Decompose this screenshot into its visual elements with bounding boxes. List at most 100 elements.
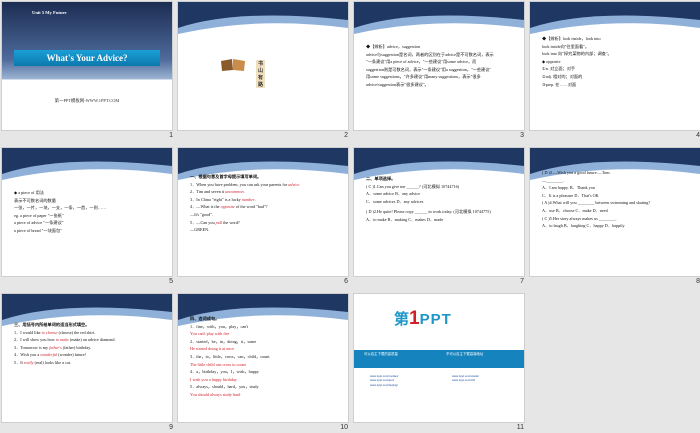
promo-link[interactable]: www.1ppt.com/ziti/	[452, 378, 479, 382]
exercise-heading: 二、单项选择。	[366, 176, 396, 181]
exercise-item: 4．Wish you a wonderful (wonder) future!	[14, 352, 87, 358]
exercise-item: 5．It really (real) looks like a cat.	[14, 359, 71, 365]
exercise-heading: 四、连词成句。	[190, 316, 220, 321]
text-line: ( C )5.Her story always makes us _______…	[542, 215, 617, 221]
promo-slide: 第1PPT 可以自主下载的高质量 不可以自主下载高端地址 www.1ppt.co…	[354, 294, 524, 422]
text-line: A．some advice B．any advice	[366, 191, 421, 197]
text-line: 用some suggestions，"许多建议"用many suggestion…	[366, 74, 481, 80]
slide-title: What's Your Advice?	[14, 50, 160, 66]
book-icon: 书山有路	[220, 58, 266, 88]
slide-thumbnail-8[interactable]: ( D )3.—Wish you a good future.—Tom. —__…	[529, 147, 700, 277]
text-line: ( A )4.What will you ________ between sw…	[542, 200, 651, 206]
text-line: ( C )1.Can you give me ______? (河北模拟 107…	[366, 183, 460, 189]
text-line: ◆【辨析】advice，suggestion	[366, 44, 420, 49]
slide-body: ◆【辨析】look inside，look into look inside向"…	[542, 36, 692, 89]
text-line: 一张，一片，一块，一支，一条，一首，一则……	[14, 205, 107, 211]
text-line: A．to make B．making C．makes D．made	[366, 216, 444, 222]
exercise-item: 2．Tim and seven it uncommon.	[190, 189, 245, 195]
exercise-item: —It's "good".	[190, 211, 214, 217]
slide-body: 二、单项选择。 ( C )1.Can you give me ______? (…	[366, 176, 516, 225]
text-line: a piece of advice "一条建议"	[14, 220, 64, 226]
slide-body: 三、用括号内所给单词的适当形式填空。 1．I would like to cho…	[14, 322, 164, 368]
slide-number-5: 5	[169, 278, 173, 285]
slide-thumbnail-5[interactable]: ◆ a piece of 用法 表示不可数名词的数量 一张，一片，一块，一支，一…	[1, 147, 173, 277]
text-line: A．I am happy. B．Thank you	[542, 185, 595, 191]
exercise-heading: 一、根据句意及首字母提示填写单词。	[190, 174, 262, 179]
exercise-question: 4．a，birthday，you，I，wish，happy	[190, 369, 259, 375]
slide-body: 四、连词成句。 1．fine，with，you，play，can't You c…	[190, 316, 340, 400]
slide-thumbnail-2[interactable]: 书山有路	[177, 1, 349, 131]
slide-body: ◆ a piece of 用法 表示不可数名词的数量 一张，一片，一块，一支，一…	[14, 190, 164, 236]
exercise-answer: You can't play with fire	[190, 331, 230, 337]
slide-number-9: 9	[169, 424, 173, 431]
exercise-question: 5．always，should，hard，you，study	[190, 384, 259, 390]
exercise-question: 1．fine，with，you，play，can't	[190, 323, 249, 329]
text-line: a piece of bread "一块面包"	[14, 227, 62, 233]
slide-header-swoosh	[354, 2, 524, 42]
slide-number-8: 8	[696, 278, 700, 285]
slide-thumbnail-3[interactable]: ◆【辨析】advice，suggestion advice与suggestion…	[353, 1, 525, 131]
slide-thumbnail-7[interactable]: 二、单项选择。 ( C )1.Can you give me ______? (…	[353, 147, 525, 277]
text-line: A．use B．choose C．make D．need	[542, 207, 608, 213]
exercise-item: 3．In China "eight" is a lucky number.	[190, 196, 256, 202]
text-line: eg. a piece of paper "一张纸"	[14, 212, 64, 218]
exercise-item: 4．—What is the opposite of the word "bad…	[190, 204, 268, 210]
exercise-item: 5．—Can you pull the word?	[190, 219, 240, 225]
slide-thumbnail-9[interactable]: 三、用括号内所给单词的适当形式填空。 1．I would like to cho…	[1, 293, 173, 423]
link-list-right: www.1ppt.com/xiazai/ www.1ppt.com/ziti/	[452, 374, 479, 383]
slide-number-1: 1	[169, 132, 173, 139]
band-left-text: 可以自主下载的高质量	[364, 352, 398, 356]
slide-number-4: 4	[696, 132, 700, 139]
band-right-text: 不可以自主下载高端地址	[446, 352, 484, 356]
text-line: ( D )2.He quite! Please copy ______ in w…	[366, 209, 491, 215]
text-line: advice与suggestion是名词，两者的区别在于advice是不可数名词…	[366, 51, 494, 57]
slide-header-swoosh	[178, 2, 348, 42]
exercise-answer: He started doing it at once	[190, 346, 235, 352]
exercise-question: 3．the，to，little，cross，can，child，count	[190, 353, 270, 359]
slide-number-7: 7	[520, 278, 524, 285]
text-line: A．to laugh B．laughing C．happy D．happily	[542, 223, 625, 229]
text-line: advice/suggestion表示"很多建议"。	[366, 81, 429, 87]
slide-body: ( D )3.—Wish you a good future.—Tom. —__…	[542, 170, 692, 231]
exercise-item: —GREEN.	[190, 227, 210, 233]
slide-thumbnail-1[interactable]: Unit 5 My Future What's Your Advice? 第一P…	[1, 1, 173, 131]
slide-label: 书山有路	[256, 60, 266, 88]
slide-number-3: 3	[520, 132, 524, 139]
exercise-item: 2．I will show you how to make (make) an …	[14, 337, 116, 343]
text-line: ◆ a piece of 用法	[14, 190, 44, 195]
site-logo: 第1PPT	[394, 308, 452, 329]
exercise-answer: The little child can cross to count	[190, 361, 246, 367]
slide-thumbnail-10[interactable]: 四、连词成句。 1．fine，with，you，play，can't You c…	[177, 293, 349, 423]
link-list-left: www.1ppt.com/moban/ www.1ppt.com/jieri/ …	[370, 374, 398, 387]
slide-header-swoosh	[2, 148, 172, 188]
promo-band: 可以自主下载的高质量 不可以自主下载高端地址	[354, 350, 524, 368]
text-line: ②adj. 相对的；对面的	[542, 73, 583, 79]
text-line: "一条建议"用a piece of advice，"一些建议"用some adv…	[366, 59, 477, 65]
text-line: ( D )3.—Wish you a good future.—Tom.	[542, 170, 611, 175]
slide-number-6: 6	[344, 278, 348, 285]
text-line: C．some advices D．any advices	[366, 198, 424, 204]
promo-link[interactable]: www.1ppt.com/beijing/	[370, 383, 398, 387]
slide-unit-label: Unit 5 My Future	[32, 10, 67, 15]
exercise-answer: I wish you a happy birthday	[190, 376, 237, 382]
text-line: —________.	[542, 177, 564, 183]
text-line: C．It is a pleasure D．That's OK	[542, 192, 599, 198]
text-line: suggestion则是可数名词，表示"一条建议"用a suggestion，"…	[366, 66, 492, 72]
exercise-answer: You should always study hard	[190, 391, 241, 397]
slide-body: 一、根据句意及首字母提示填写单词。 1．When you have proble…	[190, 174, 340, 235]
exercise-item: 1．I would like to choose (choose) the re…	[14, 329, 96, 335]
slide-thumbnail-4[interactable]: ◆【辨析】look inside，look into look inside向"…	[529, 1, 700, 131]
text-line: ◆ opposite	[542, 58, 561, 64]
slide-thumbnail-6[interactable]: 一、根据句意及首字母提示填写单词。 1．When you have proble…	[177, 147, 349, 277]
slide-thumbnail-11[interactable]: 第1PPT 可以自主下载的高质量 不可以自主下载高端地址 www.1ppt.co…	[353, 293, 525, 423]
text-line: 表示不可数名词的数量	[14, 197, 56, 203]
slide-number-11: 11	[516, 424, 524, 431]
slide-body: ◆【辨析】advice，suggestion advice与suggestion…	[366, 44, 516, 90]
text-line: ③prep. 在……对面	[542, 81, 577, 87]
text-line: look into 向"探究某物的内部；调查"。	[542, 51, 612, 57]
slide-number-10: 10	[340, 424, 348, 431]
text-line: look inside向"往里面看"。	[542, 43, 590, 49]
exercise-item: 3．Tomorrow is my father's (father) birth…	[14, 344, 92, 350]
exercise-heading: 三、用括号内所给单词的适当形式填空。	[14, 322, 90, 327]
exercise-question: 2．started，be，in，doing，it，some	[190, 338, 257, 344]
